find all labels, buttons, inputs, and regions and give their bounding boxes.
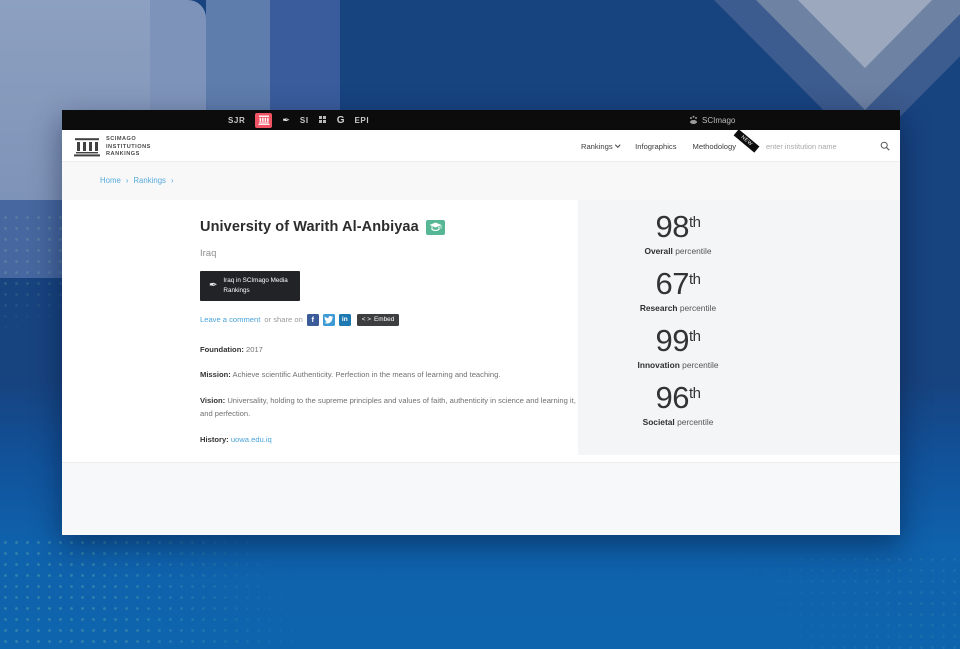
breadcrumb-rankings[interactable]: Rankings xyxy=(133,176,166,185)
site-header: SCIMAGO INSTITUTIONS RANKINGS Rankings I… xyxy=(62,130,900,162)
graduation-cap-icon xyxy=(429,222,442,233)
history-link[interactable]: uowa.edu.iq xyxy=(231,435,272,444)
institution-card: University of Warith Al-Anbiyaa Iraq ✒ I… xyxy=(62,200,578,462)
stat-value: 67th xyxy=(578,266,778,302)
sjr-link[interactable]: SJR xyxy=(228,116,245,125)
embed-button[interactable]: < > Embed xyxy=(357,314,400,326)
stat-societal: 96th Societal percentile xyxy=(578,380,778,427)
stat-innovation: 99th Innovation percentile xyxy=(578,323,778,370)
quill-icon: ✒ xyxy=(209,281,217,291)
sir-logo[interactable]: SCIMAGO INSTITUTIONS RANKINGS xyxy=(74,136,151,159)
share-row: Leave a comment or share on f in < > Emb… xyxy=(200,314,578,326)
dot-pattern xyxy=(0,537,430,649)
twitter-icon[interactable] xyxy=(323,314,335,326)
share-on-label: or share on xyxy=(264,315,302,324)
si-link[interactable]: SI xyxy=(300,116,309,125)
search-icon[interactable] xyxy=(880,141,890,151)
main-nav: Rankings Infographics Methodology NEW xyxy=(581,130,890,162)
breadcrumb-separator: › xyxy=(171,176,174,185)
chevron-down-icon xyxy=(615,143,620,148)
scimago-home-link[interactable]: SCImago xyxy=(690,116,735,125)
search-input[interactable] xyxy=(766,142,864,151)
breadcrumb-home[interactable]: Home xyxy=(100,176,121,185)
epi-link[interactable]: EPI xyxy=(354,116,369,125)
institution-details: Foundation: 2017 Mission: Achieve scient… xyxy=(200,343,578,447)
google-g-icon[interactable]: G xyxy=(337,115,345,126)
background-band xyxy=(150,0,206,112)
new-badge: NEW xyxy=(733,129,759,153)
nav-infographics[interactable]: Infographics xyxy=(635,142,676,151)
country-label: Iraq xyxy=(200,248,578,259)
sir-active-icon[interactable] xyxy=(255,113,272,128)
columns-icon xyxy=(258,115,270,125)
stat-research: 67th Research percentile xyxy=(578,266,778,313)
breadcrumb: Home › Rankings › xyxy=(62,162,900,185)
linkedin-icon[interactable]: in xyxy=(339,314,351,326)
paw-icon xyxy=(690,120,697,124)
columns-icon xyxy=(74,137,100,157)
nav-rankings[interactable]: Rankings xyxy=(581,142,619,151)
logo-text: SCIMAGO INSTITUTIONS RANKINGS xyxy=(106,136,151,159)
background-band xyxy=(206,0,270,112)
breadcrumb-separator: › xyxy=(126,176,129,185)
field-vision: Vision: Universality, holding to the sup… xyxy=(200,394,578,421)
field-foundation: Foundation: 2017 xyxy=(200,343,578,356)
media-rankings-icon[interactable]: ✒ xyxy=(282,116,290,125)
network-links: SJR ✒ SI G EPI xyxy=(228,113,369,128)
stat-value: 96th xyxy=(578,380,778,416)
background-band xyxy=(270,0,340,112)
page-title: University of Warith Al-Anbiyaa xyxy=(200,219,419,235)
nav-methodology[interactable]: Methodology NEW xyxy=(693,142,736,151)
grid-icon[interactable] xyxy=(319,116,327,124)
scimago-label: SCImago xyxy=(702,116,735,125)
stat-overall: 98th Overall percentile xyxy=(578,209,778,256)
higher-education-badge xyxy=(426,220,445,235)
stat-label: Innovation percentile xyxy=(578,360,778,370)
breadcrumb-bar: Home › Rankings › xyxy=(62,162,900,200)
stat-label: Societal percentile xyxy=(578,417,778,427)
leave-comment-link[interactable]: Leave a comment xyxy=(200,315,260,324)
code-icon: < > xyxy=(362,316,371,323)
page-footer-area xyxy=(62,462,900,535)
dot-pattern xyxy=(0,212,62,347)
title-row: University of Warith Al-Anbiyaa xyxy=(200,219,578,235)
field-mission: Mission: Achieve scientific Authenticity… xyxy=(200,368,578,381)
dot-pattern xyxy=(630,554,960,649)
stat-label: Overall percentile xyxy=(578,246,778,256)
facebook-icon[interactable]: f xyxy=(307,314,319,326)
scimago-network-bar: SJR ✒ SI G EPI SCImago xyxy=(62,110,900,130)
media-rankings-button[interactable]: ✒ Iraq in SCImago Media Rankings xyxy=(200,271,300,301)
stat-value: 99th xyxy=(578,323,778,359)
field-history: History: uowa.edu.iq xyxy=(200,433,578,446)
content-area: University of Warith Al-Anbiyaa Iraq ✒ I… xyxy=(62,200,900,462)
stat-value: 98th xyxy=(578,209,778,245)
percentile-panel: 98th Overall percentile 67th Research pe… xyxy=(578,200,900,455)
browser-page: SJR ✒ SI G EPI SCImago xyxy=(62,110,900,535)
stat-label: Research percentile xyxy=(578,303,778,313)
